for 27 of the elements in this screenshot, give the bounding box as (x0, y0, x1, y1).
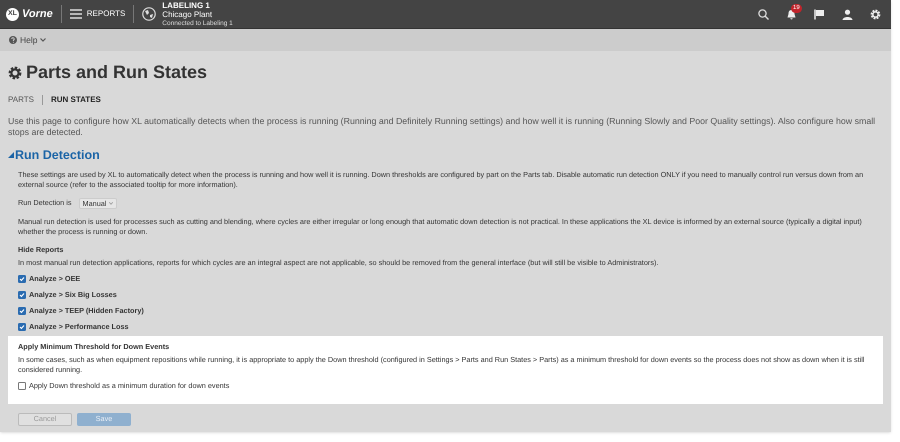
help-button[interactable]: Help (9, 34, 46, 46)
reports-menu-button[interactable]: REPORTS (70, 8, 126, 20)
help-icon (9, 36, 17, 44)
checkbox[interactable] (18, 322, 26, 331)
page-title: Parts and Run States (26, 61, 208, 84)
search-icon[interactable] (758, 8, 769, 20)
site-name: Chicago Plant (162, 10, 214, 18)
caret-icon (8, 152, 14, 158)
checkbox[interactable] (18, 274, 26, 283)
logo-text: Vorne (22, 6, 53, 22)
menu-icon (70, 9, 82, 19)
checkbox[interactable] (18, 290, 26, 299)
gear-icon (8, 66, 22, 80)
intro-text: Use this page to configure how XL automatically detects when the process is running (Running and Definitely Running settings) and how well it is running (Running Slowly and Poor Quality settings). Also configure how small stops are detected. (8, 116, 876, 138)
chevron-icon (109, 202, 114, 205)
bell-icon[interactable] (786, 8, 797, 20)
section-header[interactable]: Run Detection (8, 146, 100, 165)
user-icon[interactable] (842, 8, 853, 20)
checkbox[interactable] (18, 306, 26, 315)
flag-icon[interactable] (814, 8, 825, 20)
device-name: LABELING 1 (162, 0, 211, 10)
chevron-icon (40, 38, 46, 42)
settings-icon[interactable] (870, 8, 881, 20)
globe-icon (142, 7, 156, 21)
checkbox[interactable] (18, 382, 26, 390)
tab[interactable]: RUN STATES (50, 94, 101, 106)
tab[interactable]: PARTS (8, 94, 34, 106)
